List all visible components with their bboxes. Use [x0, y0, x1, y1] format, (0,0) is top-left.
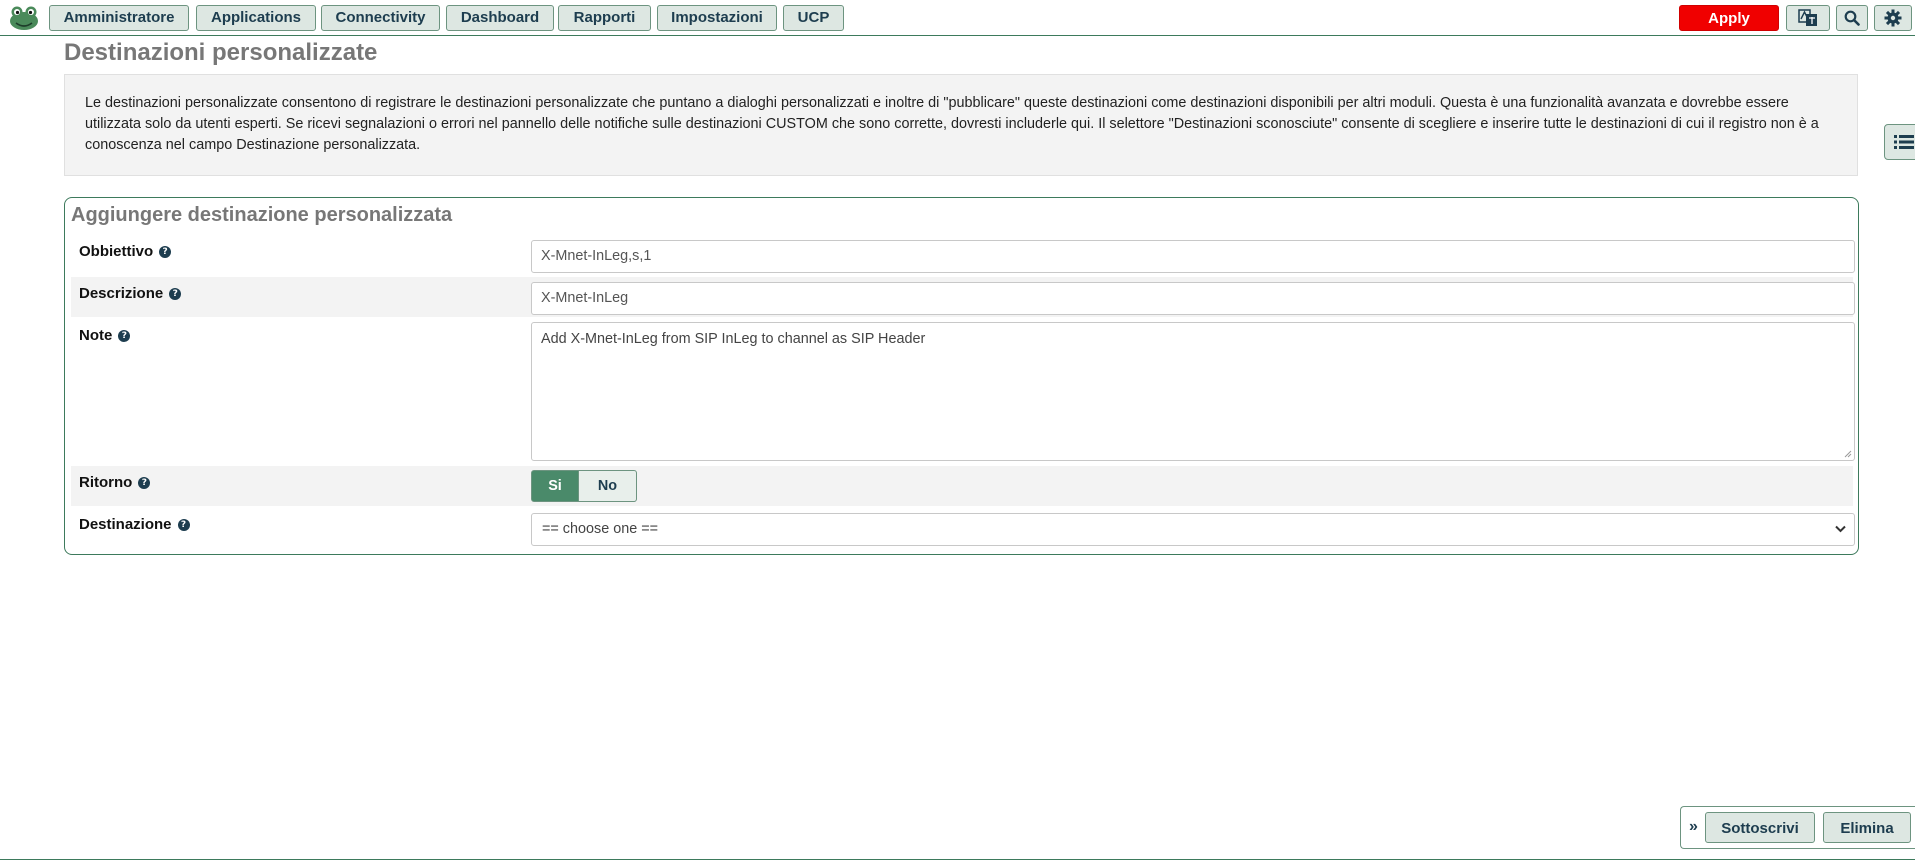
form-title: Aggiungere destinazione personalizzata [71, 204, 453, 226]
freepbx-logo-icon[interactable] [8, 4, 40, 32]
settings-button[interactable] [1874, 5, 1912, 31]
description-row: Descrizione ? X-Mnet-InLeg [71, 277, 1855, 317]
target-row: Obbiettivo ? X-Mnet-InLeg,s,1 [71, 235, 1855, 275]
description-label-text: Descrizione [79, 285, 164, 302]
search-icon [1844, 10, 1860, 26]
nav-applications[interactable]: Applications [196, 5, 316, 31]
target-label: Obbiettivo ? [79, 243, 172, 260]
return-row: Ritorno ? Si No [71, 466, 1853, 506]
gear-icon [1884, 9, 1902, 27]
nav-ucp[interactable]: UCP [783, 5, 844, 31]
resize-handle-icon[interactable] [1843, 449, 1852, 458]
notes-label-text: Note [79, 327, 113, 344]
apply-config-button[interactable]: Apply Config [1679, 5, 1779, 51]
destination-select[interactable]: == choose one == [531, 513, 1855, 546]
target-label-text: Obbiettivo [79, 243, 154, 260]
description-box: Le destinazioni personalizzate consenton… [64, 74, 1858, 176]
footer-divider [0, 859, 1915, 860]
action-bar: » Sottoscrivi Elimina [1680, 806, 1915, 849]
notes-textarea[interactable]: Add X-Mnet-InLeg from SIP InLeg to chann… [531, 322, 1855, 461]
destination-label-text: Destinazione [79, 516, 172, 533]
submit-button[interactable]: Sottoscrivi [1705, 812, 1815, 843]
notes-text: Add X-Mnet-InLeg from SIP InLeg to chann… [541, 331, 926, 347]
notes-row: Note ? Add X-Mnet-InLeg from SIP InLeg t… [71, 319, 1855, 464]
language-button[interactable] [1786, 5, 1830, 31]
nav-amministratore[interactable]: Amministratore [49, 5, 189, 31]
nav-impostazioni[interactable]: Impostazioni [657, 5, 777, 31]
page-title: Destinazioni personalizzate [64, 39, 378, 66]
description-label: Descrizione ? [79, 285, 182, 302]
search-button[interactable] [1836, 5, 1868, 31]
nav-dashboard[interactable]: Dashboard [446, 5, 554, 31]
destination-row: Destinazione ? == choose one == [71, 508, 1855, 550]
description-input[interactable]: X-Mnet-InLeg [531, 282, 1855, 315]
chevron-down-icon [1835, 525, 1846, 533]
help-icon[interactable]: ? [159, 245, 172, 258]
help-icon[interactable]: ? [118, 329, 131, 342]
collapse-actions-icon[interactable]: » [1689, 818, 1698, 836]
list-icon [1894, 135, 1914, 149]
return-label-text: Ritorno [79, 474, 133, 491]
destination-selected: == choose one == [542, 521, 659, 537]
notes-label: Note ? [79, 327, 131, 344]
nav-connectivity[interactable]: Connectivity [321, 5, 440, 31]
add-destination-form: Aggiungere destinazione personalizzata O… [64, 197, 1859, 555]
target-input[interactable]: X-Mnet-InLeg,s,1 [531, 240, 1855, 273]
help-icon[interactable]: ? [177, 518, 190, 531]
return-option-si[interactable]: Si [531, 470, 579, 502]
return-option-no[interactable]: No [579, 470, 637, 502]
destination-label: Destinazione ? [79, 516, 190, 533]
nav-rapporti[interactable]: Rapporti [558, 5, 651, 31]
top-nav-bar: Amministratore Applications Connectivity… [0, 0, 1915, 51]
return-toggle: Si No [531, 470, 637, 502]
help-icon[interactable]: ? [169, 287, 182, 300]
help-icon[interactable]: ? [138, 476, 151, 489]
return-label: Ritorno ? [79, 474, 151, 491]
delete-button[interactable]: Elimina [1823, 812, 1911, 843]
sidebar-toggle-tab[interactable] [1884, 124, 1915, 160]
language-icon [1798, 9, 1817, 26]
